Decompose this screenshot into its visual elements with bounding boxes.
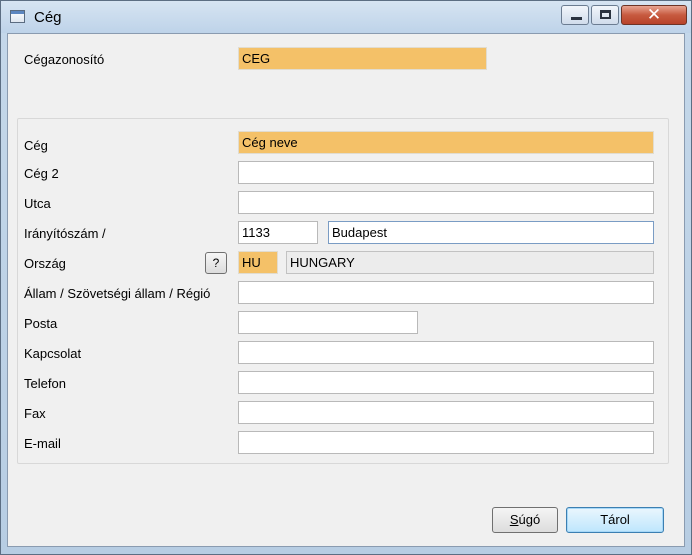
help-label: úgó bbox=[518, 512, 541, 527]
contact-field[interactable] bbox=[238, 341, 654, 364]
state-label: Állam / Szövetségi állam / Régió bbox=[24, 286, 211, 301]
fax-field[interactable] bbox=[238, 401, 654, 424]
phone-label: Telefon bbox=[24, 376, 66, 391]
post-label: Posta bbox=[24, 316, 58, 331]
title-bar[interactable]: Cég ✕ bbox=[1, 1, 691, 33]
dialog-window: Cég ✕ Cégazonosító CEG Cég Cég neve Cég … bbox=[0, 0, 692, 555]
window-title: Cég bbox=[34, 9, 62, 26]
email-label: E-mail bbox=[24, 436, 61, 451]
street-field[interactable] bbox=[238, 191, 654, 214]
state-field[interactable] bbox=[238, 281, 654, 304]
maximize-icon bbox=[600, 10, 611, 19]
post-field[interactable] bbox=[238, 311, 418, 334]
minimize-button[interactable] bbox=[561, 5, 589, 25]
street-label: Utca bbox=[24, 196, 51, 211]
close-icon: ✕ bbox=[646, 5, 662, 25]
company-id-field[interactable]: CEG bbox=[238, 47, 487, 70]
close-button[interactable]: ✕ bbox=[621, 5, 687, 25]
contact-label: Kapcsolat bbox=[24, 346, 82, 361]
company-id-label: Cégazonosító bbox=[24, 52, 105, 67]
zip-field[interactable]: 1133 bbox=[238, 221, 318, 244]
maximize-button[interactable] bbox=[591, 5, 619, 25]
dialog-client-area: Cégazonosító CEG Cég Cég neve Cég 2 Utca… bbox=[7, 33, 685, 547]
app-window-icon bbox=[10, 10, 25, 23]
zip-label: Irányítószám / bbox=[24, 226, 106, 241]
country-lookup-button[interactable]: ? bbox=[205, 252, 227, 274]
save-button[interactable]: Tárol bbox=[566, 507, 664, 533]
company2-field[interactable] bbox=[238, 161, 654, 184]
minimize-icon bbox=[571, 17, 582, 20]
country-name-field: HUNGARY bbox=[286, 251, 654, 274]
company-name-field[interactable]: Cég neve bbox=[238, 131, 654, 154]
company2-label: Cég 2 bbox=[24, 166, 59, 181]
company-label: Cég bbox=[24, 138, 48, 153]
phone-field[interactable] bbox=[238, 371, 654, 394]
email-field[interactable] bbox=[238, 431, 654, 454]
country-code-field[interactable]: HU bbox=[238, 251, 278, 274]
city-field[interactable]: Budapest bbox=[328, 221, 654, 244]
fax-label: Fax bbox=[24, 406, 46, 421]
help-button[interactable]: Súgó bbox=[492, 507, 558, 533]
country-label: Ország bbox=[24, 256, 66, 271]
